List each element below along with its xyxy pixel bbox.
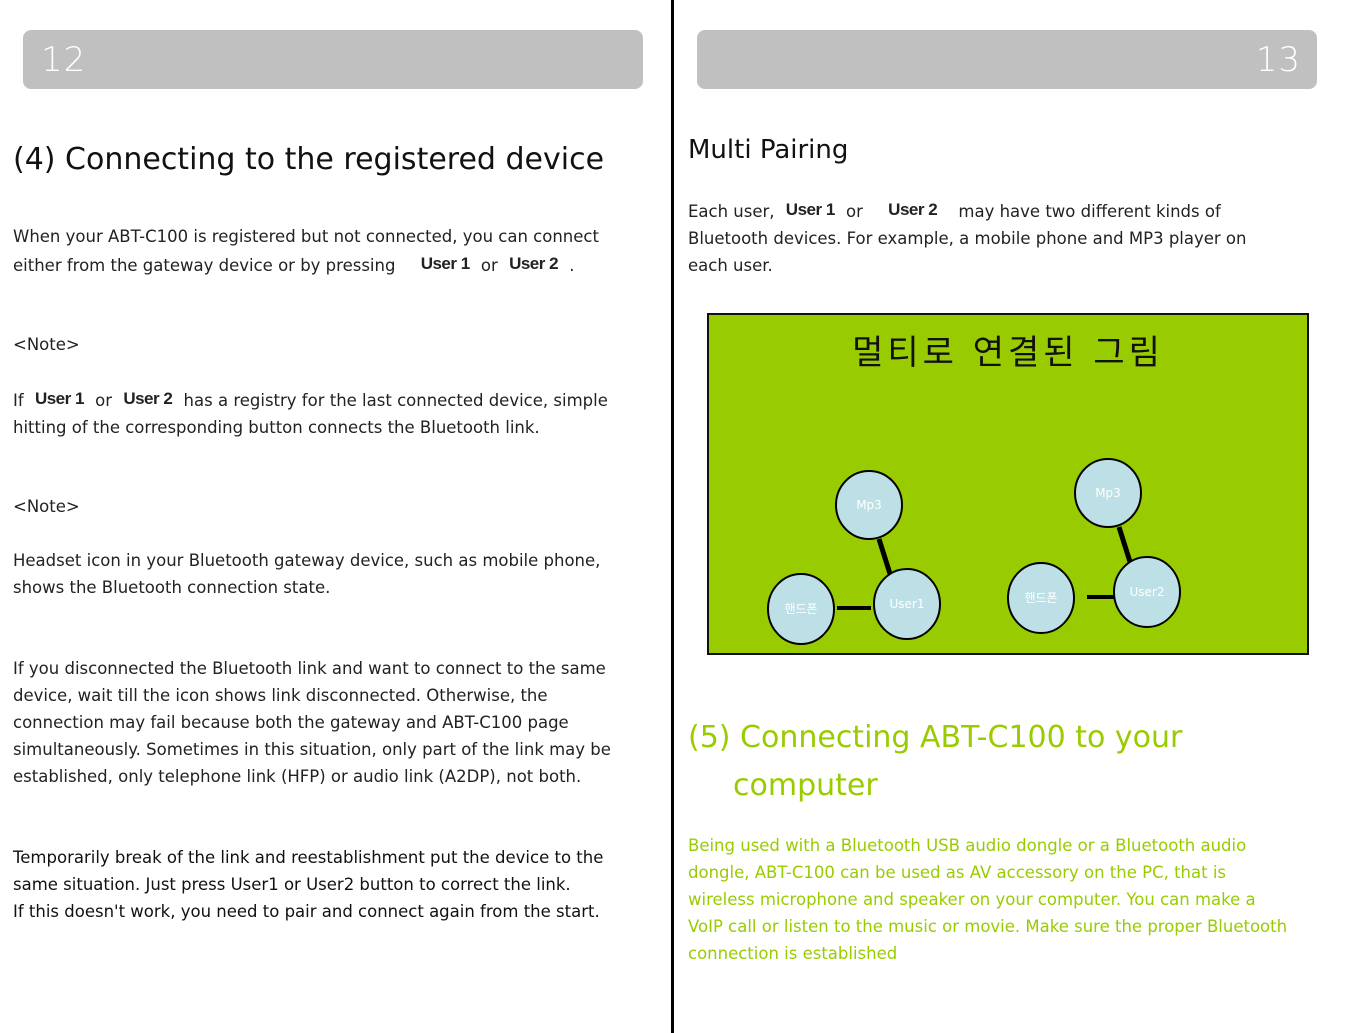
node-phone-user2: 핸드폰 (1007, 562, 1075, 634)
disconnect-line: simultaneously. Sometimes in this situat… (13, 740, 611, 759)
section-5-line: VoIP call or listen to the music or movi… (688, 917, 1288, 936)
or-text: or (95, 391, 113, 410)
section-5-line: connection is established (688, 944, 898, 963)
page-header-bar: 13 (697, 30, 1317, 89)
note-2-paragraph: Headset icon in your Bluetooth gateway d… (13, 547, 600, 601)
user1-button-label: User 1 (34, 389, 84, 408)
connector-mp3-user2 (1116, 526, 1134, 566)
user1-button-label: User 1 (420, 254, 470, 273)
user2-button-label: User 2 (888, 200, 938, 219)
section-5-heading: (5) Connecting ABT-C100 to your computer (688, 714, 1288, 810)
intro-prefix: Each user, (688, 202, 775, 221)
node-label: 핸드폰 (784, 601, 817, 616)
intro-line-3: each user. (688, 256, 773, 275)
note-2-line: shows the Bluetooth connection state. (13, 578, 331, 597)
multi-connection-diagram: 멀티로 연결된 그림 Mp3 핸드폰 User1 Mp3 핸드폰 User2 (707, 313, 1309, 655)
intro-line-1: may have two different kinds of (958, 202, 1221, 221)
node-mp3-user1: Mp3 (835, 470, 903, 540)
intro-line-2: either from the gateway device or by pre… (13, 256, 396, 275)
page-header-bar: 12 (23, 30, 643, 89)
user2-button-label: User 2 (123, 389, 173, 408)
temporary-break-paragraph: Temporarily break of the link and reesta… (13, 844, 603, 925)
intro-line-1: When your ABT-C100 is registered but not… (13, 227, 599, 246)
node-phone-user1: 핸드폰 (767, 573, 835, 645)
note-1-paragraph: If User 1 or User 2 has a registry for t… (13, 385, 608, 441)
page-12: 12 (4) Connecting to the registered devi… (0, 0, 672, 1033)
section-5-paragraph: Being used with a Bluetooth USB audio do… (688, 832, 1287, 967)
note-label: <Note> (13, 335, 80, 354)
section-5-line: Being used with a Bluetooth USB audio do… (688, 836, 1247, 855)
section-heading: Multi Pairing (688, 135, 849, 165)
diagram-graph: Mp3 핸드폰 User1 Mp3 핸드폰 User2 (767, 458, 1181, 645)
node-user1: User1 (873, 568, 941, 640)
note-2-line: Headset icon in your Bluetooth gateway d… (13, 551, 601, 570)
section-5-heading-line-1: (5) Connecting ABT-C100 to your (688, 720, 1183, 755)
node-label: User2 (1130, 585, 1165, 599)
temporary-line: If this doesn't work, you need to pair a… (13, 902, 600, 921)
disconnect-line: connection may fail because both the gat… (13, 713, 569, 732)
section-5-line: wireless microphone and speaker on your … (688, 890, 1256, 909)
node-label: 핸드폰 (1024, 590, 1057, 605)
period: . (569, 256, 575, 275)
user2-button-label: User 2 (509, 254, 559, 273)
intro-line-2: Bluetooth devices. For example, a mobile… (688, 229, 1247, 248)
user1-button-label: User 1 (785, 200, 835, 219)
note-1-line-2: hitting of the corresponding button conn… (13, 418, 540, 437)
temporary-line: same situation. Just press User1 or User… (13, 875, 571, 894)
section-5-line: dongle, ABT-C100 can be used as AV acces… (688, 863, 1227, 882)
or-text: or (480, 256, 498, 275)
temporary-line: Temporarily break of the link and reesta… (13, 848, 604, 867)
note-label: <Note> (13, 497, 80, 516)
intro-paragraph: When your ABT-C100 is registered but not… (13, 223, 599, 279)
note-1-prefix: If (13, 391, 24, 410)
disconnect-line: established, only telephone link (HFP) o… (13, 767, 582, 786)
disconnect-paragraph: If you disconnected the Bluetooth link a… (13, 655, 611, 790)
page-number: 13 (1255, 40, 1301, 80)
node-user2: User2 (1113, 556, 1181, 628)
disconnect-line: device, wait till the icon shows link di… (13, 686, 548, 705)
node-label: Mp3 (1095, 486, 1121, 500)
page-divider (671, 0, 674, 1033)
or-text: or (846, 202, 863, 221)
connector-mp3-user1 (876, 538, 894, 578)
section-5-heading-line-2: computer (733, 768, 878, 803)
disconnect-line: If you disconnected the Bluetooth link a… (13, 659, 606, 678)
node-label: Mp3 (856, 498, 882, 512)
note-1-line-1: has a registry for the last connected de… (183, 391, 608, 410)
section-heading: (4) Connecting to the registered device (13, 142, 605, 177)
page-number: 12 (41, 40, 87, 80)
node-label: User1 (890, 597, 925, 611)
page-13: 13 Multi Pairing Each user, User 1 or Us… (675, 0, 1346, 1033)
multi-pairing-paragraph: Each user, User 1 or User 2 may have two… (688, 196, 1247, 279)
node-mp3-user2: Mp3 (1074, 458, 1142, 528)
